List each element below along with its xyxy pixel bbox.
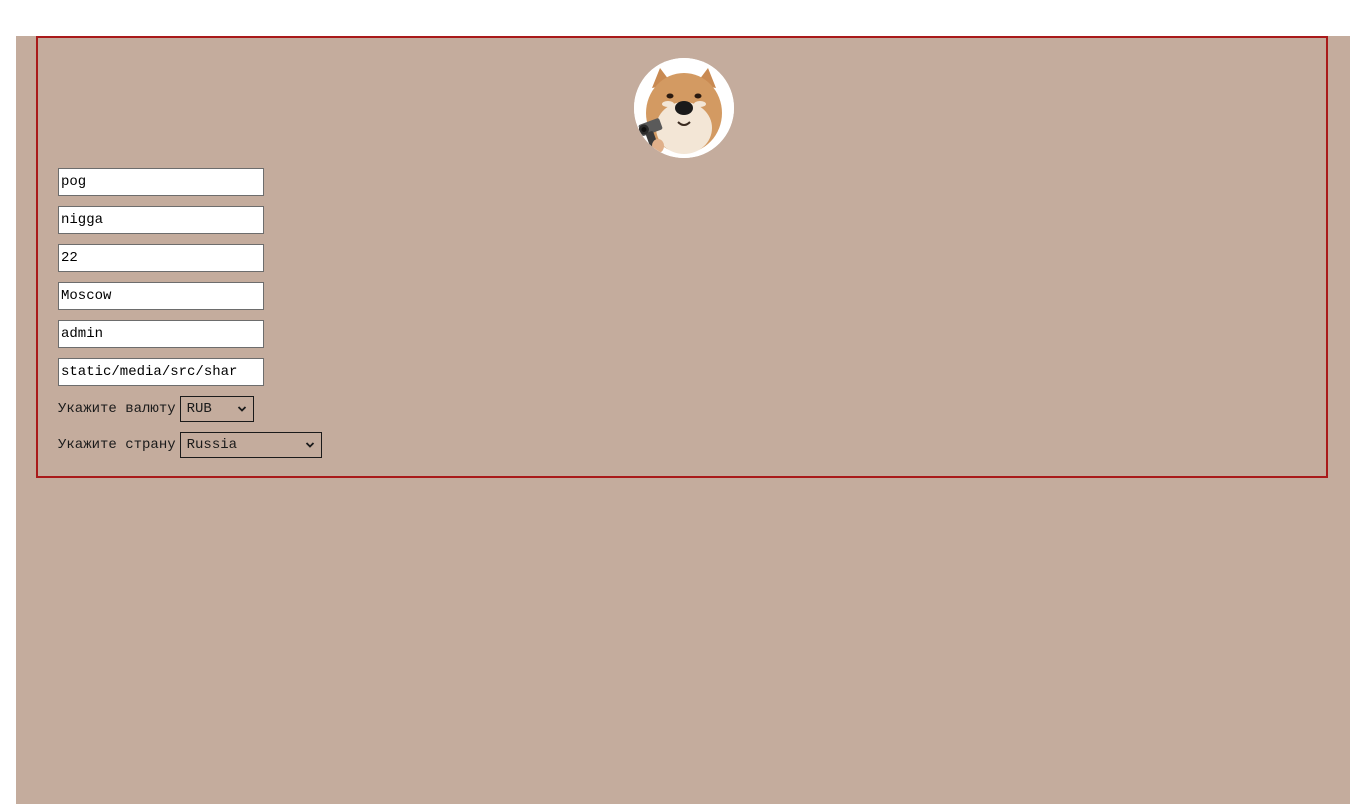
avatar-path-field[interactable] — [58, 358, 264, 386]
chevron-down-icon — [305, 442, 314, 448]
profile-card: Укажите валюту RUB Укажите страну Russia — [36, 36, 1328, 478]
currency-row: Укажите валюту RUB — [58, 396, 254, 422]
avatar — [634, 58, 734, 158]
chevron-down-icon — [237, 406, 246, 412]
shiba-dog-avatar-icon — [634, 58, 734, 158]
first-name-field[interactable] — [58, 168, 264, 196]
last-name-field[interactable] — [58, 206, 264, 234]
currency-label: Укажите валюту — [58, 401, 176, 417]
country-select[interactable]: Russia — [179, 432, 322, 458]
age-field[interactable] — [58, 244, 264, 272]
currency-select[interactable]: RUB — [179, 396, 254, 422]
currency-selected-value: RUB — [186, 401, 212, 417]
country-label: Укажите страну — [58, 437, 176, 453]
country-row: Укажите страну Russia — [58, 432, 322, 458]
country-selected-value: Russia — [186, 437, 238, 453]
city-field[interactable] — [58, 282, 264, 310]
role-field[interactable] — [58, 320, 264, 348]
